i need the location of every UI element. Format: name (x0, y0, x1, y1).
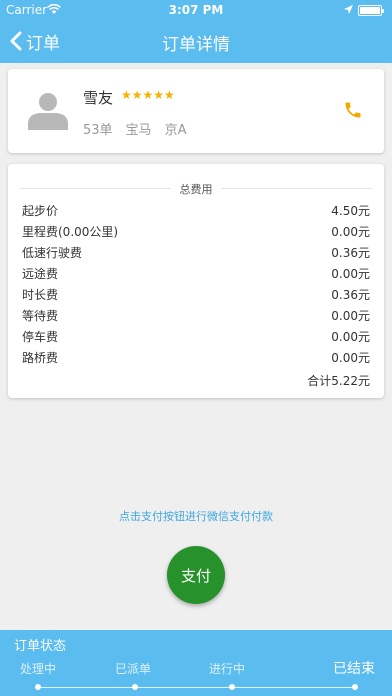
fee-row-long-distance: 远途费 0.00元 (22, 263, 370, 284)
order-status-panel: 订单状态 处理中 已派单 进行中 已结束 (0, 630, 392, 696)
pay-button[interactable]: 支付 (167, 546, 225, 604)
step-finished: 已结束 (333, 661, 375, 677)
fee-label: 时长费 (22, 288, 59, 302)
fee-row-duration: 时长费 0.36元 (22, 284, 370, 305)
fee-value: 0.00元 (331, 309, 370, 323)
fee-title: 总费用 (179, 183, 213, 196)
pay-hint: 点击支付按钮进行微信支付付款 (119, 510, 273, 523)
fee-row-parking: 停车费 0.00元 (22, 326, 370, 347)
fee-value: 4.50元 (331, 204, 370, 218)
fee-label: 低速行驶费 (22, 246, 83, 260)
driver-car-brand: 宝马 (125, 123, 152, 138)
fee-value: 0.00元 (331, 225, 370, 239)
fee-label: 里程费(0.00公里) (22, 225, 119, 239)
driver-meta: 53单 宝马 京A (83, 119, 186, 138)
fee-value: 0.36元 (331, 288, 370, 302)
step-dot (229, 684, 235, 690)
fee-value: 0.36元 (331, 246, 370, 260)
fee-row-low-speed: 低速行驶费 0.36元 (22, 242, 370, 263)
status-bar: Carrier 3:07 PM (0, 0, 392, 20)
fee-value: 0.00元 (331, 267, 370, 281)
step-dot (352, 684, 358, 690)
fee-total: 合计5.22元 (307, 374, 370, 388)
order-status-title: 订单状态 (14, 639, 67, 654)
step-dot (132, 684, 138, 690)
page-title: 订单详情 (162, 35, 230, 55)
driver-card: 雪友 ★★★★★ 53单 宝马 京A (8, 69, 384, 153)
step-in-progress: 进行中 (209, 662, 246, 676)
fee-row-mileage: 里程费(0.00公里) 0.00元 (22, 221, 370, 242)
location-arrow-icon (344, 5, 353, 14)
step-dot (35, 684, 41, 690)
phone-icon[interactable] (343, 100, 363, 120)
header: Carrier 3:07 PM 订单 订单详情 (0, 0, 392, 63)
avatar-icon (28, 93, 68, 130)
fee-label: 远途费 (22, 267, 59, 281)
driver-plate: 京A (164, 123, 187, 138)
driver-order-count: 53单 (83, 123, 113, 138)
step-track (38, 687, 358, 688)
status-time: 3:07 PM (168, 3, 224, 17)
order-status-steps: 处理中 已派单 进行中 已结束 (0, 657, 392, 695)
driver-name: 雪友 (83, 89, 114, 107)
fee-row-toll: 路桥费 0.00元 (22, 347, 370, 368)
fee-label: 等待费 (22, 309, 59, 323)
fee-label: 路桥费 (22, 351, 59, 365)
rating-stars: ★★★★★ (121, 88, 175, 102)
step-dispatched: 已派单 (115, 662, 152, 676)
step-processing: 处理中 (20, 662, 57, 676)
fee-label: 停车费 (22, 330, 59, 344)
fee-value: 0.00元 (331, 330, 370, 344)
fee-card: 总费用 起步价 4.50元 里程费(0.00公里) 0.00元 低速行驶费 0.… (8, 164, 384, 398)
fee-value: 0.00元 (331, 351, 370, 365)
battery-icon (358, 5, 384, 16)
fee-list: 起步价 4.50元 里程费(0.00公里) 0.00元 低速行驶费 0.36元 … (22, 200, 370, 368)
fee-row-base: 起步价 4.50元 (22, 200, 370, 221)
fee-label: 起步价 (22, 204, 59, 218)
fee-row-waiting: 等待费 0.00元 (22, 305, 370, 326)
